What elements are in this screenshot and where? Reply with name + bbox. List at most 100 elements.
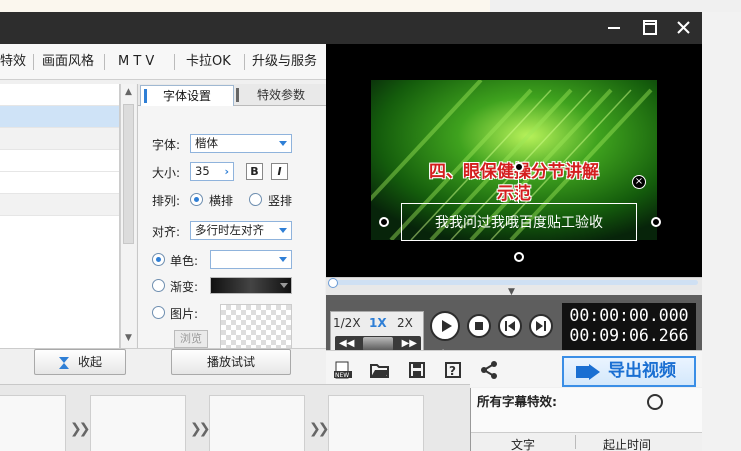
tab-effect-params[interactable]: 特效参数 [236,85,326,106]
total-time: 00:09:06.266 [569,326,689,345]
list-item[interactable] [0,172,119,194]
arrange-vertical-label: 竖排 [268,194,293,208]
align-select-value: 多行时左对齐 [195,223,264,237]
font-select[interactable]: 楷体 [190,134,292,153]
new-icon[interactable]: NEW [334,361,352,379]
speed-1x-option[interactable]: 1X [369,316,387,330]
single-color-select[interactable] [210,250,292,269]
list-item[interactable] [0,150,119,172]
list-item[interactable] [0,84,119,106]
video-title-line2: 示范 [497,184,531,204]
background-right [702,12,741,451]
timeline[interactable]: ❯❯ ❯❯ ❯❯ [0,384,470,451]
speed-2x-option[interactable]: 2X [397,316,413,330]
play-button[interactable] [430,311,460,341]
image-preview [220,304,292,352]
menu-bar: 特效 画面风格 M T V 卡拉OK 升级与服务 [0,44,326,80]
progress-track[interactable] [330,280,698,285]
progress-thumb[interactable] [328,278,338,288]
gradient-swatch[interactable] [210,277,292,294]
refresh-icon[interactable] [647,394,663,410]
tab-font-settings[interactable]: 字体设置 [140,85,234,106]
playback-progress[interactable]: ▼ [326,277,702,297]
chevron-down-icon [279,141,287,146]
next-frame-button[interactable] [529,314,553,338]
rotate-handle[interactable] [514,162,524,172]
menu-upgrade[interactable]: 升级与服务 [252,44,317,80]
arrange-horizontal-label: 横排 [209,194,234,208]
minimize-icon[interactable] [600,16,628,40]
menu-divider [104,54,105,70]
clip-thumbnail[interactable] [209,395,305,451]
italic-button[interactable]: I [271,163,288,180]
collapse-button[interactable]: 收起 [34,349,126,375]
current-time: 00:00:00.000 [569,306,689,325]
share-icon[interactable] [480,361,498,379]
list-item[interactable] [0,106,119,128]
export-video-button[interactable]: 导出视频 [562,356,696,387]
maximize-icon[interactable] [636,16,664,40]
subtitle-list[interactable] [0,84,120,348]
size-input[interactable]: 35 › [190,162,234,181]
speed-half-option[interactable]: 1/2X [333,316,361,330]
menu-picture-style[interactable]: 画面风格 [42,44,94,80]
export-label: 导出视频 [608,361,676,381]
help-icon[interactable]: ? [444,361,462,379]
scroll-down-icon[interactable]: ▼ [121,330,136,346]
bold-button[interactable]: B [246,163,263,180]
effects-header: 所有字幕特效: [477,394,557,409]
clip-thumbnail[interactable] [90,395,186,451]
effects-table-header: 文字 起止时间 [471,432,702,451]
clip-thumbnail[interactable] [328,395,424,451]
collapse-label: 收起 [77,355,102,369]
subtitle-box[interactable]: 我我问过我哦百度贴工验收 [401,203,637,241]
scroll-up-icon[interactable]: ▲ [121,84,136,100]
save-icon[interactable] [408,361,426,379]
single-color-radio[interactable] [152,253,165,266]
menu-divider [33,54,34,70]
resize-handle[interactable] [514,252,524,262]
menu-divider [174,54,175,70]
list-item[interactable] [0,194,119,216]
speed-slider-thumb[interactable] [363,337,393,351]
column-divider [575,435,576,449]
browse-button[interactable]: 浏览 [174,330,208,348]
step-back-icon [505,321,515,331]
clip-thumbnail[interactable] [0,395,66,451]
list-scrollbar[interactable]: ▲ ▼ [120,84,136,348]
chevron-down-icon [279,228,287,233]
step-forward-icon [536,321,546,331]
chevron-right-icon: ❯❯ [70,421,91,437]
delete-subtitle-icon[interactable]: × [632,175,646,189]
play-test-button[interactable]: 播放试试 [171,349,291,375]
arrange-vertical-radio[interactable] [249,193,262,206]
previous-frame-button[interactable] [498,314,522,338]
stop-icon [475,322,483,330]
chevron-right-icon: ❯❯ [190,421,211,437]
align-label: 对齐: [152,225,181,239]
hourglass-icon [58,356,70,370]
size-label: 大小: [152,166,181,180]
menu-karaoke[interactable]: 卡拉OK [186,44,231,80]
svg-text:NEW: NEW [335,372,349,379]
resize-handle[interactable] [379,217,389,227]
menu-divider [244,54,245,70]
video-preview[interactable]: 四、眼保健操分节讲解 示范 我我问过我哦百度贴工验收 × [326,44,702,277]
list-item[interactable] [0,128,119,150]
resize-handle[interactable] [651,217,661,227]
image-radio[interactable] [152,306,165,319]
single-color-label: 单色: [170,254,199,268]
arrange-label: 排列: [152,194,181,208]
scrollbar-thumb[interactable] [123,104,134,244]
arrange-horizontal-radio[interactable] [190,193,203,206]
gradient-radio[interactable] [152,279,165,292]
menu-effects[interactable]: 特效 [0,44,26,80]
subtitle-text: 我我问过我哦百度贴工验收 [435,215,603,231]
close-icon[interactable] [670,16,698,40]
folder-open-icon[interactable] [370,361,390,379]
align-select[interactable]: 多行时左对齐 [190,221,292,240]
menu-mtv[interactable]: M T V [118,44,154,80]
stop-button[interactable] [467,314,491,338]
background-top-right [490,0,741,12]
